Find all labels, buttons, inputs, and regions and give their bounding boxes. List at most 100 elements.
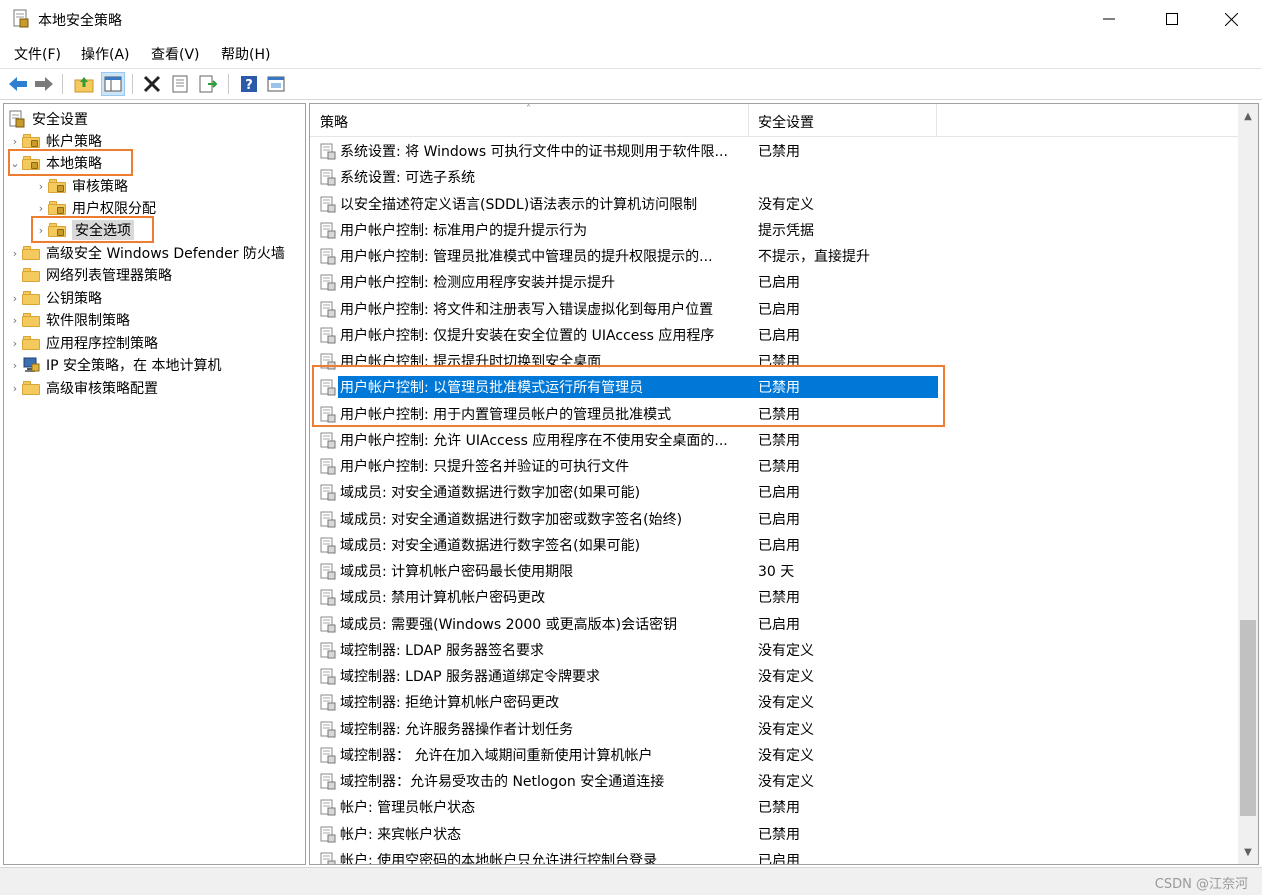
maximize-icon [1166,13,1178,25]
menu-file[interactable]: 文件(F) [14,44,61,64]
tree-item-software-restriction[interactable]: › 软件限制策略 [8,309,130,331]
policy-name: 用户帐户控制: 仅提升安装在安全位置的 UIAccess 应用程序 [340,327,715,344]
policy-setting-value: 没有定义 [758,721,814,738]
toolbar-separator [132,74,133,94]
policy-name: 用户帐户控制: 将文件和注册表写入错误虚拟化到每用户位置 [340,301,714,318]
toolbar-separator [62,74,63,94]
table-row[interactable]: 域成员: 对安全通道数据进行数字加密(如果可能) 已启用 [310,479,1240,505]
table-row[interactable]: 用户帐户控制: 仅提升安装在安全位置的 UIAccess 应用程序 已启用 [310,322,1240,348]
help-button[interactable]: ? [237,72,261,96]
folder-icon [22,268,40,282]
up-one-level-button[interactable] [72,72,96,96]
table-row[interactable]: 域控制器：允许易受攻击的 Netlogon 安全通道连接 没有定义 [310,768,1240,794]
tree-item-application-control[interactable]: › 应用程序控制策略 [8,332,158,354]
chevron-right-icon[interactable]: › [34,180,48,193]
table-row[interactable]: 用户帐户控制: 标准用户的提升提示行为 提示凭据 [310,217,1240,243]
table-row[interactable]: 用户帐户控制: 允许 UIAccess 应用程序在不使用安全桌面的... 已禁用 [310,427,1240,453]
close-button[interactable] [1200,0,1262,38]
policy-setting-icon [320,721,336,737]
policy-name: 域控制器：允许易受攻击的 Netlogon 安全通道连接 [340,774,665,790]
policy-name: 帐户: 使用空密码的本地帐户只允许进行控制台登录 [340,852,658,865]
forward-button[interactable] [32,72,56,96]
back-button[interactable] [6,72,30,96]
table-row[interactable]: 域成员: 对安全通道数据进行数字加密或数字签名(始终) 已启用 [310,506,1240,532]
chevron-right-icon[interactable]: › [8,292,22,305]
scrollbar-thumb[interactable] [1240,620,1256,816]
column-divider[interactable] [748,104,749,137]
table-row[interactable]: 帐户: 使用空密码的本地帐户只允许进行控制台登录 已启用 [310,847,1240,865]
ip-security-computer-icon [23,357,40,372]
table-row[interactable]: 域成员: 对安全通道数据进行数字签名(如果可能) 已启用 [310,532,1240,558]
tree-item-network-list-manager[interactable]: 网络列表管理器策略 [8,264,172,286]
tree-item-windows-defender-firewall[interactable]: › 高级安全 Windows Defender 防火墙 [8,242,285,264]
policy-setting-value: 没有定义 [758,196,814,213]
policy-name: 用户帐户控制: 标准用户的提升提示行为 [340,222,588,239]
table-row[interactable]: 帐户: 来宾帐户状态 已禁用 [310,821,1240,847]
column-header-setting[interactable]: 安全设置 [758,112,814,132]
table-row[interactable]: 域控制器: 拒绝计算机帐户密码更改 没有定义 [310,689,1240,715]
table-row[interactable]: 帐户: 管理员帐户状态 已禁用 [310,794,1240,820]
tree-item-public-key-policies[interactable]: › 公钥策略 [8,287,102,309]
chevron-right-icon[interactable]: › [8,382,22,395]
table-row[interactable]: 域控制器: LDAP 服务器通道绑定令牌要求 没有定义 [310,663,1240,689]
policy-name: 域成员: 对安全通道数据进行数字加密(如果可能) [340,485,641,502]
policy-setting-icon [320,668,336,685]
properties-button[interactable] [168,72,192,96]
table-row[interactable]: 域控制器： 允许在加入域期间重新使用计算机帐户 没有定义 [310,742,1240,768]
policy-setting-value: 没有定义 [758,695,814,712]
table-row[interactable]: 系统设置: 可选子系统 [310,164,1240,190]
scroll-down-arrow-icon[interactable]: ▼ [1238,842,1258,862]
policy-name: 域控制器: 拒绝计算机帐户密码更改 [340,695,560,712]
table-row[interactable]: 域成员: 计算机帐户密码最长使用期限 30 天 [310,558,1240,584]
table-row[interactable]: 域成员: 禁用计算机帐户密码更改 已禁用 [310,584,1240,610]
policy-name: 域成员: 计算机帐户密码最长使用期限 [340,564,574,580]
policy-setting-icon [320,301,336,317]
table-row[interactable]: 用户帐户控制: 管理员批准模式中管理员的提升权限提示的... 不提示，直接提升 [310,243,1240,269]
scroll-up-arrow-icon[interactable]: ▲ [1238,106,1258,126]
export-list-button[interactable] [196,72,220,96]
properties-icon [172,75,188,93]
table-row[interactable]: 用户帐户控制: 将文件和注册表写入错误虚拟化到每用户位置 已启用 [310,296,1240,322]
maximize-button[interactable] [1141,0,1203,38]
table-row[interactable]: 域控制器: LDAP 服务器签名要求 没有定义 [310,637,1240,663]
tree-item-audit-policy[interactable]: › 审核策略 [34,175,128,197]
table-row[interactable]: 用户帐户控制: 只提升签名并验证的可执行文件 已禁用 [310,453,1240,479]
policy-setting-icon [320,327,336,344]
chevron-right-icon[interactable]: › [8,314,22,327]
tree-root[interactable]: 安全设置 [8,108,88,130]
table-row[interactable]: 用户帐户控制: 检测应用程序安装并提示提升 已启用 [310,269,1240,295]
policy-name: 帐户: 管理员帐户状态 [340,800,476,817]
minimize-icon [1103,18,1115,20]
minimize-button[interactable] [1078,0,1140,38]
chevron-right-icon[interactable]: › [8,247,22,260]
delete-button[interactable] [140,72,164,96]
watermark: CSDN @江奈河 [1154,877,1248,892]
chevron-right-icon[interactable]: › [34,202,48,215]
table-row[interactable]: 域控制器: 允许服务器操作者计划任务 没有定义 [310,716,1240,742]
policy-name: 以安全描述符定义语言(SDDL)语法表示的计算机访问限制 [340,196,698,213]
vertical-scrollbar[interactable]: ▲ ▼ [1238,104,1258,864]
menu-view[interactable]: 查看(V) [151,44,200,64]
menu-action[interactable]: 操作(A) [81,44,130,64]
chevron-right-icon[interactable]: › [8,359,22,372]
chevron-right-icon[interactable]: › [8,337,22,350]
policy-list: ˄ 策略 安全设置 系统设置: 将 Windows 可执行文件中的证书规则用于软… [309,103,1259,865]
table-row[interactable]: 以安全描述符定义语言(SDDL)语法表示的计算机访问限制 没有定义 [310,191,1240,217]
column-divider[interactable] [936,104,937,137]
view-button[interactable] [264,72,288,96]
policy-name: 用户帐户控制: 只提升签名并验证的可执行文件 [340,459,630,475]
table-row[interactable]: 域成员: 需要强(Windows 2000 或更高版本)会话密钥 已启用 [310,611,1240,637]
table-row[interactable]: 系统设置: 将 Windows 可执行文件中的证书规则用于软件限... 已禁用 [310,138,1240,164]
policy-setting-icon [320,432,336,449]
policy-setting-value: 没有定义 [758,642,814,659]
menu-help[interactable]: 帮助(H) [221,44,270,64]
tree-item-ip-security[interactable]: › IP 安全策略，在 本地计算机 [8,354,221,376]
column-header-policy[interactable]: 策略 [320,112,348,132]
policy-setting-value: 已禁用 [758,432,800,449]
tree-item-advanced-audit[interactable]: › 高级审核策略配置 [8,377,158,399]
folder-icon [22,313,40,327]
tree-item-label: 用户权限分配 [72,201,156,217]
chevron-right-icon[interactable]: › [8,135,22,148]
show-hide-console-tree-button[interactable] [101,72,125,96]
policy-setting-icon [320,143,336,160]
